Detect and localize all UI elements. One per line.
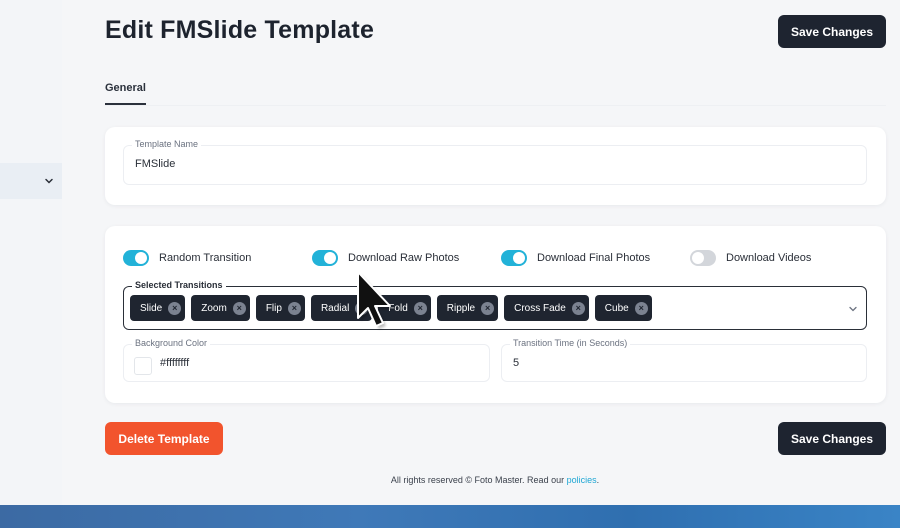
remove-chip-icon[interactable]: × xyxy=(287,301,301,315)
save-changes-button-top[interactable]: Save Changes xyxy=(778,15,886,48)
transition-time-input[interactable]: Transition Time (in Seconds) 5 xyxy=(501,338,867,382)
page-title: Edit FMSlide Template xyxy=(105,16,375,44)
toggle-switch[interactable] xyxy=(123,250,149,266)
toggle-download-final-photos[interactable]: Download Final Photos xyxy=(501,250,650,266)
sidebar-collapsed-item[interactable] xyxy=(0,163,62,199)
save-changes-button-bottom[interactable]: Save Changes xyxy=(778,422,886,455)
mouse-cursor-icon xyxy=(357,271,393,329)
remove-chip-icon[interactable]: × xyxy=(634,301,648,315)
template-name-value: FMSlide xyxy=(135,158,176,170)
chip-label: Cross Fade xyxy=(514,302,566,314)
chip-label: Ripple xyxy=(446,302,476,314)
settings-card: Random Transition Download Raw Photos Do… xyxy=(105,226,886,403)
footer: All rights reserved © Foto Master. Read … xyxy=(0,475,900,485)
chip-label: Zoom xyxy=(201,302,227,314)
template-name-label: Template Name xyxy=(132,139,202,149)
chip-slide: Slide × xyxy=(130,295,186,321)
chip-label: Radial xyxy=(320,302,350,314)
toggle-download-videos[interactable]: Download Videos xyxy=(690,250,811,266)
transition-time-value: 5 xyxy=(513,357,520,369)
toggle-label: Random Transition xyxy=(159,252,252,264)
template-name-card: Template Name FMSlide xyxy=(105,127,886,205)
delete-template-button[interactable]: Delete Template xyxy=(105,422,223,455)
toggle-switch[interactable] xyxy=(690,250,716,266)
remove-chip-icon[interactable]: × xyxy=(571,301,585,315)
toggle-switch[interactable] xyxy=(501,250,527,266)
chip-label: Slide xyxy=(140,302,163,314)
chip-cube: Cube × xyxy=(594,295,652,321)
chip-ripple: Ripple × xyxy=(436,295,499,321)
footer-text: All rights reserved © Foto Master. Read … xyxy=(390,475,567,485)
taskbar-strip xyxy=(0,505,900,528)
remove-chip-icon[interactable]: × xyxy=(413,301,427,315)
toggle-row: Random Transition Download Raw Photos Do… xyxy=(123,250,863,268)
footer-end: . xyxy=(596,475,600,485)
selected-transitions-label: Selected Transitions xyxy=(132,280,226,290)
chip-label: Cube xyxy=(604,302,629,314)
sidebar xyxy=(0,0,62,505)
template-name-input[interactable]: Template Name FMSlide xyxy=(123,139,867,185)
toggle-label: Download Final Photos xyxy=(537,252,651,264)
background-color-label: Background Color xyxy=(132,338,211,348)
tab-divider xyxy=(105,105,886,106)
selected-transitions-select[interactable]: Selected Transitions Slide × Zoom × Flip × … xyxy=(123,280,867,330)
chip-flip: Flip × xyxy=(255,295,305,321)
chip-cross-fade: Cross Fade × xyxy=(504,295,589,321)
policies-link[interactable]: policies xyxy=(567,475,597,485)
background-color-field[interactable]: Background Color #ffffffff xyxy=(123,338,490,382)
toggle-label: Download Videos xyxy=(726,252,812,264)
chip-zoom: Zoom × xyxy=(191,295,250,321)
chip-label: Flip xyxy=(265,302,282,314)
toggle-download-raw-photos[interactable]: Download Raw Photos xyxy=(312,250,459,266)
remove-chip-icon[interactable]: × xyxy=(168,301,182,315)
background-color-value: #ffffffff xyxy=(160,357,190,369)
toggle-random-transition[interactable]: Random Transition xyxy=(123,250,251,266)
remove-chip-icon[interactable]: × xyxy=(481,301,495,315)
chevron-down-icon[interactable] xyxy=(848,304,858,314)
toggle-label: Download Raw Photos xyxy=(348,252,460,264)
chevron-down-icon xyxy=(44,176,54,186)
tab-general[interactable]: General xyxy=(105,82,146,105)
transition-time-label: Transition Time (in Seconds) xyxy=(510,338,631,348)
toggle-switch[interactable] xyxy=(312,250,338,266)
color-swatch[interactable] xyxy=(134,357,152,375)
remove-chip-icon[interactable]: × xyxy=(232,301,246,315)
